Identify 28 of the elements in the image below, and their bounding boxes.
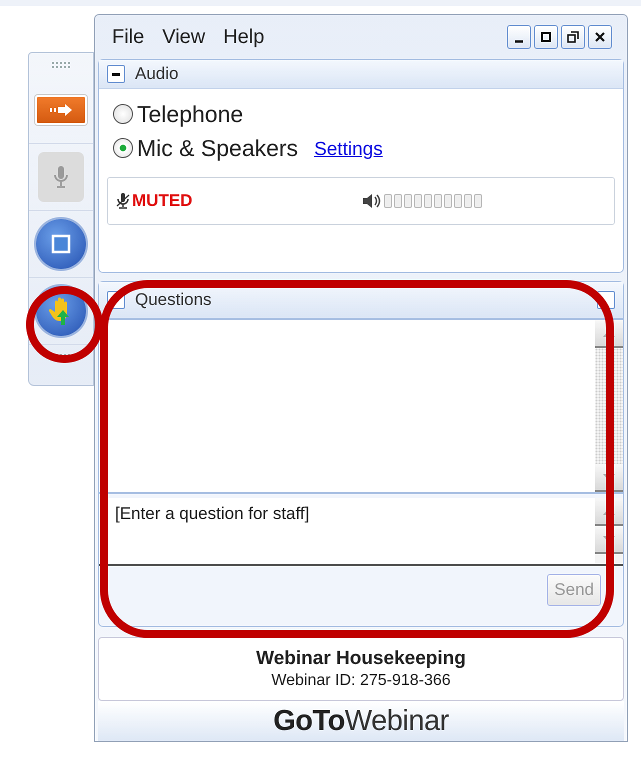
webinar-title: Webinar Housekeeping bbox=[256, 648, 466, 670]
logo: GoToWebinar bbox=[273, 704, 449, 738]
maximize-button[interactable] bbox=[534, 25, 558, 49]
speaker-icon bbox=[362, 192, 382, 210]
restore-icon bbox=[565, 29, 581, 45]
show-panel-button[interactable] bbox=[35, 95, 87, 125]
restore-button[interactable] bbox=[561, 25, 585, 49]
menu-item[interactable]: File bbox=[112, 26, 144, 48]
mute-status: MUTED bbox=[132, 191, 192, 211]
microphone-icon bbox=[53, 164, 69, 190]
screen-button[interactable] bbox=[36, 219, 86, 269]
mic-icon bbox=[116, 192, 130, 210]
maximize-icon bbox=[538, 29, 554, 45]
close-button[interactable] bbox=[588, 25, 612, 49]
collapse-button[interactable] bbox=[107, 65, 125, 83]
radio-button[interactable]: Telephone bbox=[113, 100, 244, 128]
minimize-icon bbox=[515, 40, 523, 42]
grip-handle[interactable] bbox=[51, 61, 71, 69]
minimize-button[interactable] bbox=[507, 25, 531, 49]
panel-title: Questions bbox=[135, 290, 212, 310]
settings-link[interactable]: Settings bbox=[314, 139, 383, 161]
panel-title: Audio bbox=[135, 64, 178, 84]
radio-button[interactable]: Mic & Speakers bbox=[113, 134, 298, 162]
menu-item[interactable]: View bbox=[162, 26, 206, 48]
arrow-icon bbox=[48, 103, 74, 117]
menu-item[interactable]: Help bbox=[223, 26, 264, 48]
square-icon bbox=[51, 234, 71, 254]
webinar-id: Webinar ID: 275-918-366 bbox=[271, 672, 451, 690]
